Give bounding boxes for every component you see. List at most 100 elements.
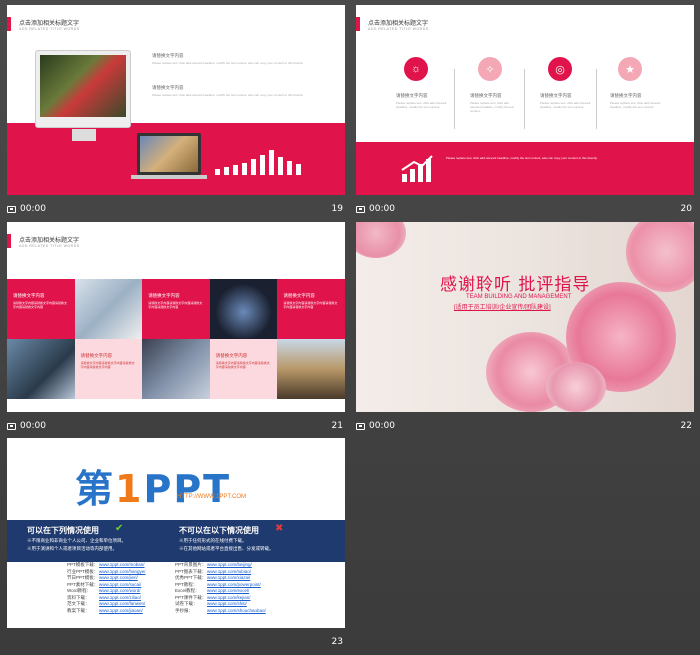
item-label: 请替换文字内容: [470, 93, 502, 98]
forbidden-line: ※用于任何形式的在线付费下载。: [179, 538, 247, 543]
link-url[interactable]: www.1ppt.com/sucai/: [99, 582, 141, 587]
photo-cell: [142, 339, 210, 399]
allowed-line: ※不限商业和非商业个人公司、企业和单位项目。: [27, 538, 126, 543]
transition-icon: [7, 205, 16, 213]
link-row: 手抄报： www.1ppt.com/shouchaobao/: [175, 608, 266, 615]
slide-subtitle: ADD RELATED TITLE WORDS: [19, 244, 80, 248]
body-text-1: Please replace text, click add relevant …: [152, 61, 304, 65]
text-cell: 请替换文字内容 请替换文字内容请替换文字内容请替换文字内容请替换文字内容: [7, 279, 75, 339]
check-icon: ✔: [115, 523, 124, 534]
text-cell: 请替换文字内容 请替换文字内容请替换文字内容请替换文字内容请替换文字内容: [209, 339, 278, 399]
photo-cell: [74, 279, 143, 339]
rose-image: [626, 222, 694, 292]
link-url[interactable]: www.1ppt.com/shouchaobao/: [207, 608, 266, 613]
caption-2: 请替换文字内容: [152, 85, 184, 90]
body-text-2: Please replace text, click add relevant …: [152, 93, 304, 97]
thanks-headline: 感谢聆听 批评指导: [440, 275, 591, 295]
item-label: 请替换文字内容: [610, 93, 642, 98]
slide-title: 点击添加相关标题文字: [19, 238, 80, 244]
text-cell: 请替换文字内容 请替换文字内容请替换文字内容请替换文字内容请替换文字内容: [277, 279, 345, 339]
link-url[interactable]: www.1ppt.com/jieri/: [99, 575, 138, 580]
link-url[interactable]: www.1ppt.com/tubiao/: [207, 569, 251, 574]
slide-subtitle: ADD RELATED TITLE WORDS: [368, 27, 429, 31]
link-url[interactable]: www.1ppt.com/xiazai/: [207, 575, 250, 580]
forbidden-title: 不可以在以下情况使用: [179, 526, 259, 535]
item-label: 请替换文字内容: [540, 93, 572, 98]
slide-preview: 第1PPT HTTP://WWW.1PPT.COM 可以在下列情况使用 ✔ ※不…: [7, 438, 345, 628]
slide-timing: 00:00: [356, 421, 395, 431]
title-accent-bar: [7, 234, 11, 248]
monitor-image: [35, 50, 131, 141]
slide-number: 19: [331, 204, 343, 214]
link-url[interactable]: www.1ppt.com/fanwen/: [99, 601, 145, 606]
transition-icon: [356, 205, 365, 213]
item-text: Please replace text, click add relevant …: [610, 101, 661, 109]
slide-preview: 点击添加相关标题文字 ADD RELATED TITLE WORDS 请替换文字…: [7, 5, 345, 195]
photo-cell: [209, 279, 278, 339]
left-link-list: PPT模板下载：www.1ppt.com/moban/行业PPT模板：www.1…: [67, 562, 146, 614]
logo-url: HTTP://WWW.1PPT.COM: [177, 494, 246, 500]
link-url[interactable]: www.1ppt.com/kejian/: [207, 595, 251, 600]
text-cell: 请替换文字内容 请替换文字内容请替换文字内容请替换文字内容请替换文字内容: [74, 339, 143, 399]
usage-banner: 可以在下列情况使用 ✔ ※不限商业和非商业个人公司、企业和单位项目。 ※用于演讲…: [7, 520, 345, 562]
english-subtitle: TEAM BUILDING AND MANAGEMENT: [466, 294, 572, 300]
bar-graphic: [215, 145, 315, 175]
forbidden-line: ※在其他网站或者平台直接出售、分发或转载。: [179, 546, 274, 551]
lightbulb-icon: ☼: [404, 57, 428, 81]
link-url[interactable]: www.1ppt.com/powerpoint/: [207, 582, 261, 587]
link-url[interactable]: www.1ppt.com/beijing/: [207, 562, 252, 567]
logo: 第1PPT: [75, 467, 232, 511]
divider: [524, 69, 525, 129]
photo-grid: 请替换文字内容 请替换文字内容请替换文字内容请替换文字内容请替换文字内容 请替换文…: [7, 279, 345, 399]
link-label: 教案下载：: [67, 607, 90, 613]
title-accent-bar: [7, 17, 11, 31]
slide-title: 点击添加相关标题文字: [19, 21, 80, 27]
divider: [596, 69, 597, 129]
slide-preview: 点击添加相关标题文字 ADD RELATED TITLE WORDS 请替换文字…: [7, 222, 345, 412]
slide-timing: 00:00: [7, 204, 46, 214]
link-label: 手抄报：: [175, 607, 193, 613]
drop-icon: ✧: [478, 57, 502, 81]
photo-cell: [277, 339, 345, 399]
cross-icon: ✖: [275, 523, 284, 534]
slide-number: 20: [680, 204, 692, 214]
text-cell: 请替换文字内容 请替换文字内容请替换文字内容请替换文字内容请替换文字内容: [142, 279, 210, 339]
right-link-list: PPT背景图片：www.1ppt.com/beijing/PPT图表下载：www…: [175, 562, 266, 614]
slide-thumbnail-22[interactable]: 感谢聆听 批评指导 TEAM BUILDING AND MANAGEMENT […: [356, 222, 694, 440]
growth-chart-icon: [401, 155, 433, 182]
allowed-title: 可以在下列情况使用: [27, 526, 99, 535]
caption-1: 请替换文字内容: [152, 53, 184, 58]
slide-thumbnail-20[interactable]: 点击添加相关标题文字 ADD RELATED TITLE WORDS ☼ ✧ ◎…: [356, 5, 694, 223]
trophy-icon: ★: [618, 57, 642, 81]
rose-image: [546, 362, 606, 412]
link-url[interactable]: www.1ppt.com/ziliao/: [99, 595, 141, 600]
pink-band: Please replace text, click add relevant …: [356, 142, 694, 195]
item-text: Please replace text, click add relevant …: [396, 101, 447, 109]
band-text: Please replace text, click add relevant …: [446, 156, 598, 160]
slide-number: 21: [331, 421, 343, 431]
slide-timing: 00:00: [7, 421, 46, 431]
laptop-image: [131, 133, 207, 179]
link-url[interactable]: www.1ppt.com/moban/: [99, 562, 145, 567]
link-url[interactable]: www.1ppt.com/shiti/: [207, 601, 247, 606]
slide-subtitle: ADD RELATED TITLE WORDS: [19, 27, 80, 31]
link-url[interactable]: www.1ppt.com/hangye/: [99, 569, 146, 574]
slide-thumbnail-23[interactable]: 第1PPT HTTP://WWW.1PPT.COM 可以在下列情况使用 ✔ ※不…: [7, 438, 345, 655]
slide-thumbnail-19[interactable]: 点击添加相关标题文字 ADD RELATED TITLE WORDS 请替换文字…: [7, 5, 345, 223]
slide-number: 23: [331, 637, 343, 647]
tagline: [适用于员工培训/企业宣传/团队建设]: [454, 305, 551, 311]
link-url[interactable]: www.1ppt.com/excel/: [207, 588, 249, 593]
link-url[interactable]: www.1ppt.com/word/: [99, 588, 141, 593]
slide-preview: 感谢聆听 批评指导 TEAM BUILDING AND MANAGEMENT […: [356, 222, 694, 412]
slide-thumbnail-21[interactable]: 点击添加相关标题文字 ADD RELATED TITLE WORDS 请替换文字…: [7, 222, 345, 440]
rose-image: [356, 222, 406, 258]
transition-icon: [7, 422, 16, 430]
slide-timing: 00:00: [356, 204, 395, 214]
item-text: Please replace text, click add relevant …: [470, 101, 515, 113]
link-url[interactable]: www.1ppt.com/jiaoan/: [99, 608, 143, 613]
slide-preview: 点击添加相关标题文字 ADD RELATED TITLE WORDS ☼ ✧ ◎…: [356, 5, 694, 195]
item-text: Please replace text, click add relevant …: [540, 101, 591, 109]
item-label: 请替换文字内容: [396, 93, 428, 98]
slide-number: 22: [680, 421, 692, 431]
title-accent-bar: [356, 17, 360, 31]
